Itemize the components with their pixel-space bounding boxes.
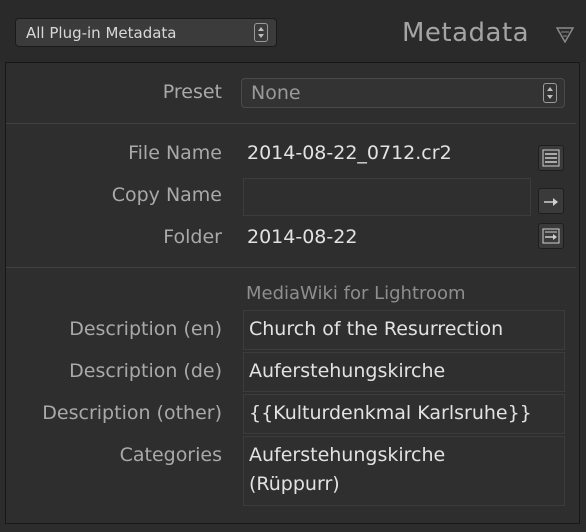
preset-stepper-icon [543,83,557,103]
copy-name-field[interactable] [243,178,531,216]
metadata-set-selector[interactable]: All Plug-in Metadata [15,18,277,47]
file-name-label: File Name [128,142,222,164]
description-de-label: Description (de) [69,360,222,382]
description-en-field[interactable]: Church of the Resurrection [243,310,565,350]
preset-value: None [251,82,301,104]
divider [6,267,576,268]
description-other-value: {{Kulturdenkmal Karlsruhe}} [249,402,532,424]
description-de-field[interactable]: Auferstehungskirche [243,352,565,392]
description-other-label: Description (other) [42,402,222,424]
folder-label: Folder [163,226,222,248]
list-icon [542,149,560,167]
plugin-section-title: MediaWiki for Lightroom [246,283,466,304]
panel-title[interactable]: Metadata [402,18,529,48]
divider [6,123,576,124]
description-en-value: Church of the Resurrection [249,318,504,340]
go-to-folder-icon [542,228,560,244]
collapse-triangle-icon[interactable] [556,27,574,43]
updown-arrows-icon [254,23,268,42]
file-name-value[interactable]: 2014-08-22_0712.cr2 [247,142,452,164]
copy-name-label: Copy Name [111,184,222,206]
categories-value-line1: Auferstehungskirche [249,444,446,466]
metadata-set-label: All Plug-in Metadata [26,24,177,42]
folder-value[interactable]: 2014-08-22 [247,226,357,248]
go-arrow-icon [544,198,558,206]
file-name-list-button[interactable] [538,145,564,171]
panel-header: All Plug-in Metadata Metadata [0,0,586,62]
categories-field[interactable]: Auferstehungskirche (Rüppurr) [243,436,565,506]
copy-name-go-button[interactable] [538,188,564,214]
categories-value-line2: (Rüppurr) [249,473,340,495]
description-other-field[interactable]: {{Kulturdenkmal Karlsruhe}} [243,394,565,434]
go-to-folder-button[interactable] [538,223,564,249]
description-en-label: Description (en) [69,318,222,340]
description-de-value: Auferstehungskirche [249,360,446,382]
categories-label: Categories [119,444,222,466]
preset-label: Preset [162,81,222,103]
preset-select[interactable]: None [241,78,565,108]
